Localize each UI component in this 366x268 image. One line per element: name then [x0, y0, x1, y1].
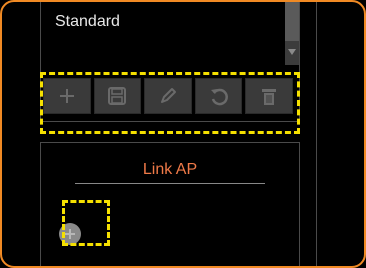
profile-list-scrollbar[interactable]	[285, 2, 299, 65]
add-ap-highlight	[62, 200, 110, 246]
left-panel: Standard Link AP	[40, 2, 302, 266]
toolbar-highlight	[40, 72, 300, 134]
profile-item-standard[interactable]: Standard	[55, 13, 120, 31]
app-frame: Standard Link AP	[0, 0, 366, 268]
scroll-down-arrow-icon[interactable]	[288, 49, 296, 55]
scrollbar-thumb[interactable]	[285, 2, 299, 41]
panel-divider	[316, 2, 317, 266]
link-ap-title: Link AP	[142, 161, 198, 178]
title-divider	[75, 183, 265, 184]
